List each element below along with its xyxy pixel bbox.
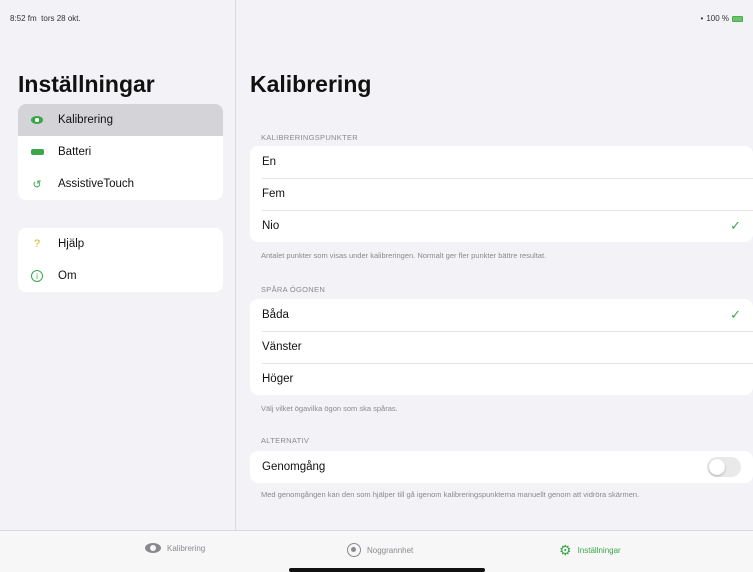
- option-fem[interactable]: Fem: [250, 178, 753, 210]
- section-header-calibration-points: KALIBRERINGSPUNKTER: [261, 133, 358, 142]
- option-label: Vänster: [262, 341, 302, 353]
- eye-icon: [145, 543, 161, 553]
- option-hoger[interactable]: Höger: [250, 363, 753, 395]
- sidebar-item-label: Om: [58, 270, 77, 282]
- sidebar-title: Inställningar: [18, 71, 155, 97]
- sidebar-item-kalibrering[interactable]: Kalibrering: [18, 104, 223, 136]
- sidebar: Inställningar Kalibrering Batteri ↺ Assi…: [0, 0, 236, 530]
- section-header-alternative: ALTERNATIV: [261, 436, 310, 445]
- sidebar-item-label: Kalibrering: [58, 114, 113, 126]
- home-indicator[interactable]: [289, 568, 485, 572]
- option-label: Båda: [262, 309, 289, 321]
- tab-installningar[interactable]: ⚙ Inställningar: [559, 543, 621, 557]
- main-panel: Kalibrering KALIBRERINGSPUNKTER En Fem N…: [237, 0, 753, 530]
- walkthrough-label: Genomgång: [262, 461, 326, 473]
- sidebar-item-label: Batteri: [58, 146, 92, 158]
- sidebar-group-info: ? Hjälp i Om: [18, 228, 223, 292]
- option-label: Nio: [262, 220, 280, 232]
- section-header-track-eyes: SPÅRA ÖGONEN: [261, 285, 326, 294]
- tab-label: Noggrannhet: [367, 545, 414, 555]
- option-nio[interactable]: Nio ✓: [250, 210, 753, 242]
- target-icon: [347, 543, 361, 557]
- tab-kalibrering[interactable]: Kalibrering: [145, 543, 205, 553]
- track-eyes-group: Båda ✓ Vänster Höger: [250, 299, 753, 395]
- tab-label: Inställningar: [577, 545, 621, 555]
- option-en[interactable]: En: [250, 146, 753, 178]
- sidebar-item-batteri[interactable]: Batteri: [18, 136, 223, 168]
- alternative-group: Genomgång: [250, 451, 753, 483]
- page-title: Kalibrering: [250, 71, 372, 97]
- tab-label: Kalibrering: [167, 543, 206, 553]
- calibration-points-group: En Fem Nio ✓: [250, 146, 753, 242]
- eye-icon: [30, 113, 44, 127]
- walkthrough-row: Genomgång: [250, 451, 753, 483]
- sidebar-item-hjalp[interactable]: ? Hjälp: [18, 228, 223, 260]
- sidebar-item-label: Hjälp: [58, 238, 85, 250]
- tab-noggrannhet[interactable]: Noggrannhet: [347, 543, 413, 557]
- assistive-touch-icon: ↺: [32, 178, 42, 191]
- gear-icon: ⚙: [559, 542, 572, 558]
- sidebar-item-assistivetouch[interactable]: ↺ AssistiveTouch: [18, 168, 223, 200]
- option-bada[interactable]: Båda ✓: [250, 299, 753, 331]
- option-vanster[interactable]: Vänster: [250, 331, 753, 363]
- battery-icon: [30, 145, 44, 159]
- tab-bar: Kalibrering Noggrannhet ⚙ Inställningar: [0, 530, 753, 572]
- option-label: Fem: [262, 188, 285, 200]
- alternative-footnote: Med genomgången kan den som hjälper till…: [261, 490, 640, 499]
- option-label: Höger: [262, 373, 294, 385]
- sidebar-item-om[interactable]: i Om: [18, 260, 223, 292]
- sidebar-group-main: Kalibrering Batteri ↺ AssistiveTouch: [18, 104, 223, 200]
- walkthrough-toggle[interactable]: [707, 457, 741, 477]
- question-icon: ?: [33, 238, 41, 250]
- track-eyes-footnote: Välj vilket ögavilka ögon som ska spåras…: [261, 404, 398, 413]
- checkmark-icon: ✓: [730, 307, 741, 322]
- info-icon: i: [30, 269, 44, 283]
- option-label: En: [262, 156, 277, 168]
- checkmark-icon: ✓: [730, 218, 741, 233]
- sidebar-item-label: AssistiveTouch: [58, 178, 135, 190]
- calibration-points-footnote: Antalet punkter som visas under kalibrer…: [261, 251, 547, 260]
